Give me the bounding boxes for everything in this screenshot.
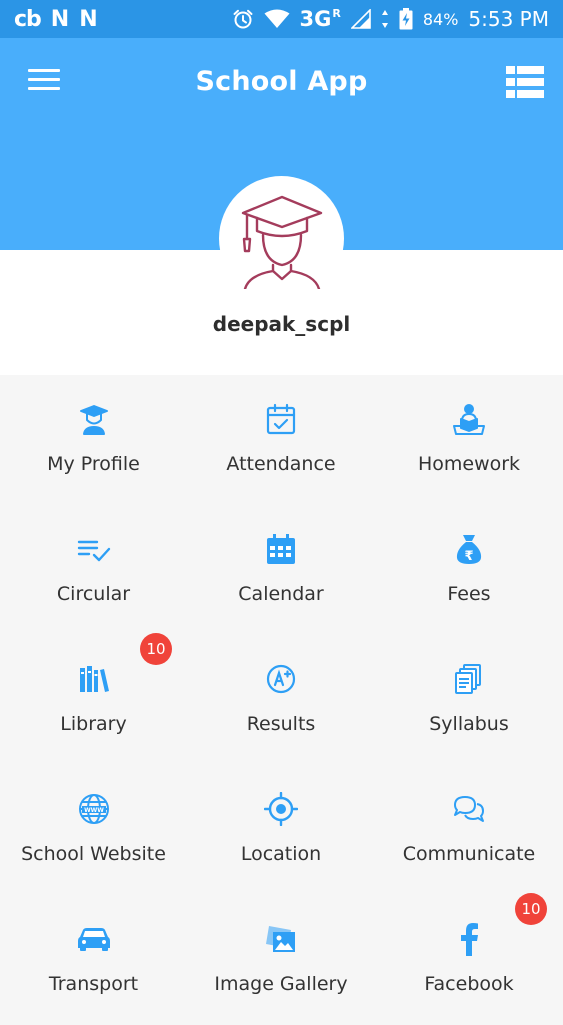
svg-text:₹: ₹: [464, 549, 473, 564]
app-title: School App: [195, 66, 368, 97]
notification-n-icon-2: N: [79, 6, 98, 32]
attendance-calendar-icon: [263, 401, 299, 437]
username: deepak_scpl: [212, 312, 351, 336]
tile-location[interactable]: Location: [187, 765, 375, 895]
tile-syllabus[interactable]: Syllabus: [375, 635, 563, 765]
globe-www-icon: WWW: [76, 791, 112, 827]
tile-circular[interactable]: Circular 10: [0, 505, 187, 665]
tile-label: Facebook: [424, 973, 514, 995]
facebook-icon: [451, 921, 487, 957]
tile-label: Transport: [48, 973, 139, 995]
tile-label: Image Gallery: [214, 973, 348, 995]
results-icon: [263, 661, 299, 697]
tile-label: Attendance: [226, 453, 336, 475]
tile-label: School Website: [21, 843, 166, 865]
list-view-button[interactable]: [506, 66, 544, 98]
wifi-icon: [264, 9, 290, 29]
tile-my-profile[interactable]: My Profile: [0, 375, 187, 505]
tile-label: Syllabus: [429, 713, 509, 735]
tile-label: Communicate: [402, 843, 536, 865]
graduate-icon: [76, 401, 112, 437]
tile-school-website[interactable]: WWW School Website: [0, 765, 187, 895]
status-bar-notifications: cb N N: [14, 7, 98, 32]
tile-library[interactable]: Library: [0, 635, 187, 765]
tile-homework[interactable]: Homework: [375, 375, 563, 505]
tile-facebook[interactable]: Facebook: [375, 895, 563, 1025]
tile-label: Fees: [447, 583, 491, 605]
signal-icon: [350, 9, 371, 29]
location-target-icon: [263, 791, 299, 827]
list-view-icon: [506, 66, 544, 98]
notification-n-icon: N: [50, 6, 70, 32]
homework-reader-icon: [451, 401, 487, 437]
network-type-label: 3G: [299, 7, 332, 31]
notification-cb-icon: cb: [14, 6, 42, 32]
tile-fees[interactable]: ₹ Fees: [375, 505, 563, 635]
car-icon: [76, 921, 112, 957]
alarm-icon: [232, 8, 254, 30]
data-arrows-icon: [381, 9, 389, 29]
roaming-indicator: R: [332, 7, 341, 20]
avatar[interactable]: [219, 176, 344, 301]
money-bag-icon: ₹: [451, 531, 487, 567]
tile-label: Homework: [417, 453, 521, 475]
tile-results[interactable]: Results: [187, 635, 375, 765]
tile-communicate[interactable]: Communicate 10: [375, 765, 563, 925]
svg-text:WWW: WWW: [84, 807, 104, 814]
image-gallery-icon: [263, 921, 299, 957]
network-type-indicator: 3G R: [300, 7, 341, 31]
battery-charging-icon: [399, 8, 413, 30]
calendar-icon: [263, 531, 299, 567]
battery-percentage: 84%: [422, 9, 459, 29]
tile-calendar[interactable]: Calendar: [187, 505, 375, 635]
status-bar: cb N N 3G R 84% 5:53 PM: [0, 0, 563, 38]
tile-label: Calendar: [238, 583, 324, 605]
tile-label: Location: [240, 843, 322, 865]
menu-grid: My Profile Attendance Homework Circular …: [0, 375, 563, 1025]
tile-transport[interactable]: Transport: [0, 895, 187, 1025]
clock-time: 5:53 PM: [468, 7, 549, 31]
status-bar-system: 3G R 84% 5:53 PM: [232, 7, 549, 31]
tile-label: Results: [246, 713, 316, 735]
tile-label: Circular: [56, 583, 131, 605]
chat-bubbles-icon: [451, 791, 487, 827]
tile-label: Library: [60, 713, 127, 735]
student-avatar-icon: [241, 195, 322, 289]
circular-list-check-icon: [76, 531, 112, 567]
syllabus-documents-icon: [451, 661, 487, 697]
tile-image-gallery[interactable]: Image Gallery: [187, 895, 375, 1025]
tile-label: My Profile: [47, 453, 140, 475]
tile-attendance[interactable]: Attendance: [187, 375, 375, 505]
books-icon: [76, 661, 112, 697]
